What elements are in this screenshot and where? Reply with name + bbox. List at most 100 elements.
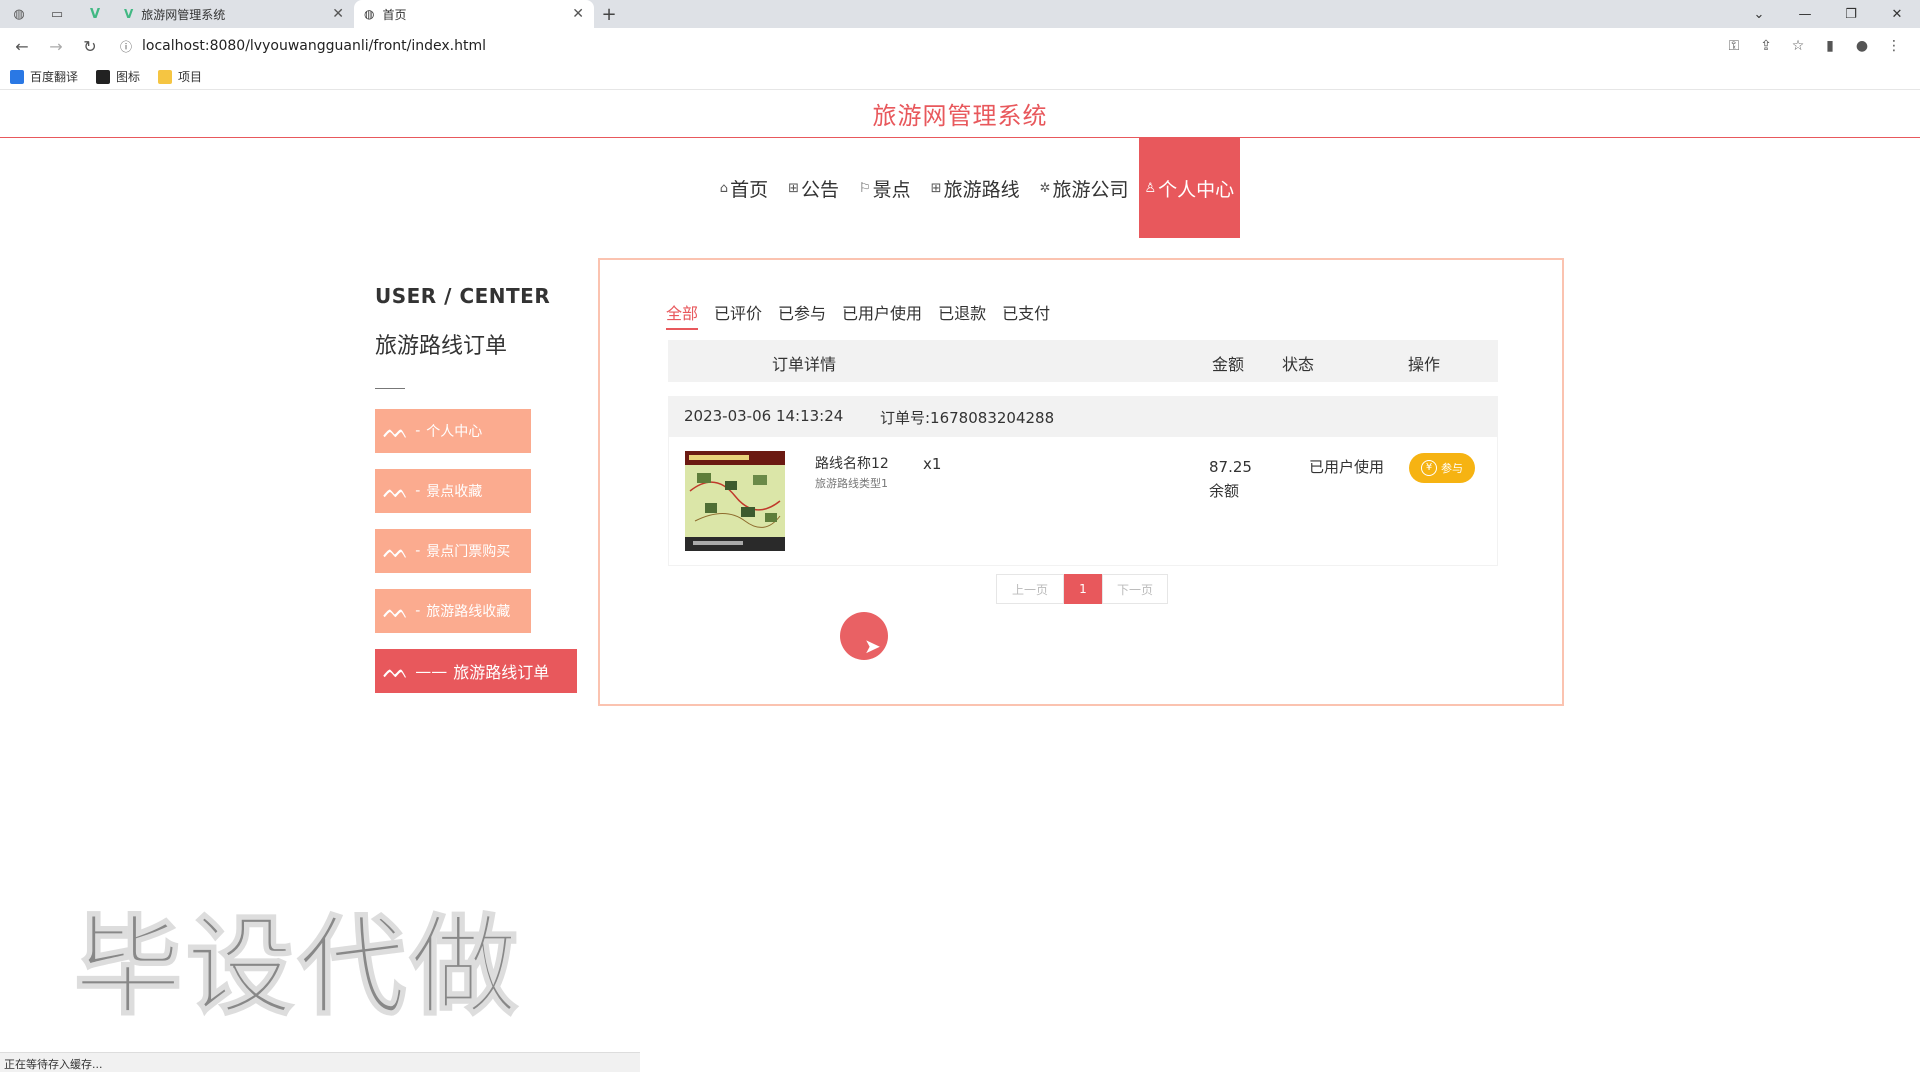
folder-icon xyxy=(158,69,173,84)
image-icon xyxy=(96,69,111,84)
divider xyxy=(375,388,405,389)
profile-icon[interactable]: ● xyxy=(1852,38,1872,54)
sidebar-item-scenic-favorites[interactable]: ᨓ - 景点收藏 xyxy=(375,469,531,513)
nav-routes[interactable]: ⊞ 旅游路线 xyxy=(921,138,1030,238)
bookmarks-bar: 百度翻译 图标 项目 xyxy=(0,64,1920,90)
order-amount-cell: 87.25 余额 xyxy=(1209,455,1252,503)
flame-icon: ᨓ xyxy=(383,478,410,504)
globe-icon: ◍ xyxy=(364,7,375,21)
tab-refunded[interactable]: 已退款 xyxy=(938,300,986,330)
tab-title: 首页 xyxy=(382,7,407,22)
globe-icon: ◍ xyxy=(13,6,25,22)
vue-icon: V xyxy=(89,6,101,22)
tab-joined[interactable]: 已参与 xyxy=(778,300,826,330)
reload-icon[interactable]: ↻ xyxy=(76,32,104,60)
nav-scenic[interactable]: ⚐ 景点 xyxy=(849,138,921,238)
sidebar-item-route-favorites[interactable]: ᨓ - 旅游路线收藏 xyxy=(375,589,531,633)
nav-label: 首页 xyxy=(730,178,769,201)
pagination: 上一页 1 下一页 xyxy=(996,574,1168,604)
menu-icon[interactable]: ⋮ xyxy=(1884,38,1904,54)
grid-icon: ⊞ xyxy=(930,180,942,196)
nav-notice[interactable]: ⊞ 公告 xyxy=(778,138,849,238)
sidebar-item-route-orders[interactable]: ᨓ —— 旅游路线订单 xyxy=(375,649,577,693)
url-field[interactable]: ⓘ localhost:8080/lvyouwangguanli/front/i… xyxy=(110,32,1718,60)
route-name[interactable]: 路线名称12 xyxy=(815,453,889,473)
sidebar-item-label: 个人中心 xyxy=(426,424,483,440)
tab-all[interactable]: 全部 xyxy=(666,300,699,330)
tab-favicon-globe[interactable]: ◍ xyxy=(0,0,38,28)
pay-method: 余额 xyxy=(1209,482,1240,500)
page-icon: ▭ xyxy=(50,6,64,22)
browser-tab-home[interactable]: ◍ 首页 ✕ xyxy=(354,0,594,28)
minimize-icon[interactable]: — xyxy=(1782,0,1828,28)
home-icon: ⌂ xyxy=(719,180,729,196)
nav-label: 景点 xyxy=(872,178,911,201)
nav-label: 旅游公司 xyxy=(1052,178,1129,201)
order-status: 已用户使用 xyxy=(1309,458,1385,476)
prev-page-button[interactable]: 上一页 xyxy=(996,574,1064,604)
bookmark-projects[interactable]: 项目 xyxy=(158,68,202,85)
order-filter-tabs: 全部 已评价 已参与 已用户使用 已退款 已支付 xyxy=(666,300,1050,330)
tab-favicon-blank[interactable]: ▭ xyxy=(38,0,76,28)
sidebar-item-prefix: —— xyxy=(415,661,448,681)
flame-icon: ᨓ xyxy=(383,538,410,564)
close-icon[interactable]: ✕ xyxy=(572,6,584,22)
chevron-down-icon[interactable]: ⌄ xyxy=(1736,0,1782,28)
translate-icon xyxy=(10,69,24,84)
address-bar-actions: ⚿ ⇪ ☆ ▮ ● ⋮ xyxy=(1724,38,1912,54)
sidebar-item-prefix: - xyxy=(415,423,421,439)
tab-used[interactable]: 已用户使用 xyxy=(842,300,922,330)
orders-table-header: 订单详情 金额 状态 操作 xyxy=(668,340,1498,382)
column-detail: 订单详情 xyxy=(772,355,837,374)
sidebar-item-label: 旅游路线收藏 xyxy=(426,604,511,620)
star-icon[interactable]: ☆ xyxy=(1788,38,1808,54)
route-thumbnail[interactable] xyxy=(685,451,785,551)
route-quantity: x1 xyxy=(923,455,942,473)
sidebar-item-label: 景点门票购买 xyxy=(426,544,511,560)
forward-icon[interactable]: → xyxy=(42,32,70,60)
close-icon[interactable]: ✕ xyxy=(332,6,344,22)
url-text: localhost:8080/lvyouwangguanli/front/ind… xyxy=(142,38,486,54)
bookmark-label: 百度翻译 xyxy=(30,70,79,84)
sidebar-subtitle: 旅游路线订单 xyxy=(375,334,508,359)
window-controls: ⌄ — ❐ ✕ xyxy=(1736,0,1920,28)
next-page-button[interactable]: 下一页 xyxy=(1102,574,1168,604)
main-nav: ⌂ 首页 ⊞ 公告 ⚐ 景点 ⊞ 旅游路线 ✲ 旅游公司 ♙ 个人中心 xyxy=(0,138,1920,238)
nav-label: 旅游路线 xyxy=(943,178,1020,201)
back-icon[interactable]: ← xyxy=(8,32,36,60)
join-button[interactable]: ¥ 参与 xyxy=(1409,453,1475,483)
tab-favicon-vue[interactable]: V xyxy=(76,0,114,28)
tab-paid[interactable]: 已支付 xyxy=(1002,300,1050,330)
sidebar-item-user-center[interactable]: ᨓ - 个人中心 xyxy=(375,409,531,453)
page-number-button[interactable]: 1 xyxy=(1064,574,1102,604)
info-icon[interactable]: ⓘ xyxy=(120,38,132,55)
browser-tab-admin[interactable]: V 旅游网管理系统 ✕ xyxy=(114,0,354,28)
restore-icon[interactable]: ❐ xyxy=(1828,0,1874,28)
bookmark-label: 图标 xyxy=(116,70,141,84)
nav-company[interactable]: ✲ 旅游公司 xyxy=(1030,138,1139,238)
watermark-text: 毕设代做 xyxy=(73,904,523,1031)
sidebar-item-label: 旅游路线订单 xyxy=(453,663,550,682)
tab-reviewed[interactable]: 已评价 xyxy=(714,300,762,330)
order-header: 2023-03-06 14:13:24 订单号:1678083204288 xyxy=(668,396,1498,436)
vue-icon: V xyxy=(124,7,134,21)
flag-icon: ⚐ xyxy=(859,180,871,196)
sidepanel-icon[interactable]: ▮ xyxy=(1820,38,1840,54)
cursor-arrow-icon: ➤ xyxy=(864,634,881,658)
share-icon[interactable]: ⇪ xyxy=(1756,38,1776,54)
sidebar-item-prefix: - xyxy=(415,483,421,499)
bookmark-label: 项目 xyxy=(178,70,203,84)
close-window-icon[interactable]: ✕ xyxy=(1874,0,1920,28)
column-status: 状态 xyxy=(1282,355,1315,374)
bookmark-baidu-translate[interactable]: 百度翻译 xyxy=(10,68,78,85)
sidebar-item-ticket-purchase[interactable]: ᨓ - 景点门票购买 xyxy=(375,529,531,573)
key-icon[interactable]: ⚿ xyxy=(1724,38,1744,54)
route-type: 旅游路线类型1 xyxy=(815,477,888,490)
sidebar-title: USER / CENTER xyxy=(375,284,551,308)
bookmark-icons[interactable]: 图标 xyxy=(96,68,140,85)
new-tab-button[interactable]: + xyxy=(594,0,624,28)
column-amount: 金额 xyxy=(1212,355,1245,374)
orders-panel: 全部 已评价 已参与 已用户使用 已退款 已支付 订单详情 金额 状态 操作 2… xyxy=(598,258,1564,706)
nav-home[interactable]: ⌂ 首页 xyxy=(710,138,778,238)
nav-user-center[interactable]: ♙ 个人中心 xyxy=(1138,138,1241,238)
